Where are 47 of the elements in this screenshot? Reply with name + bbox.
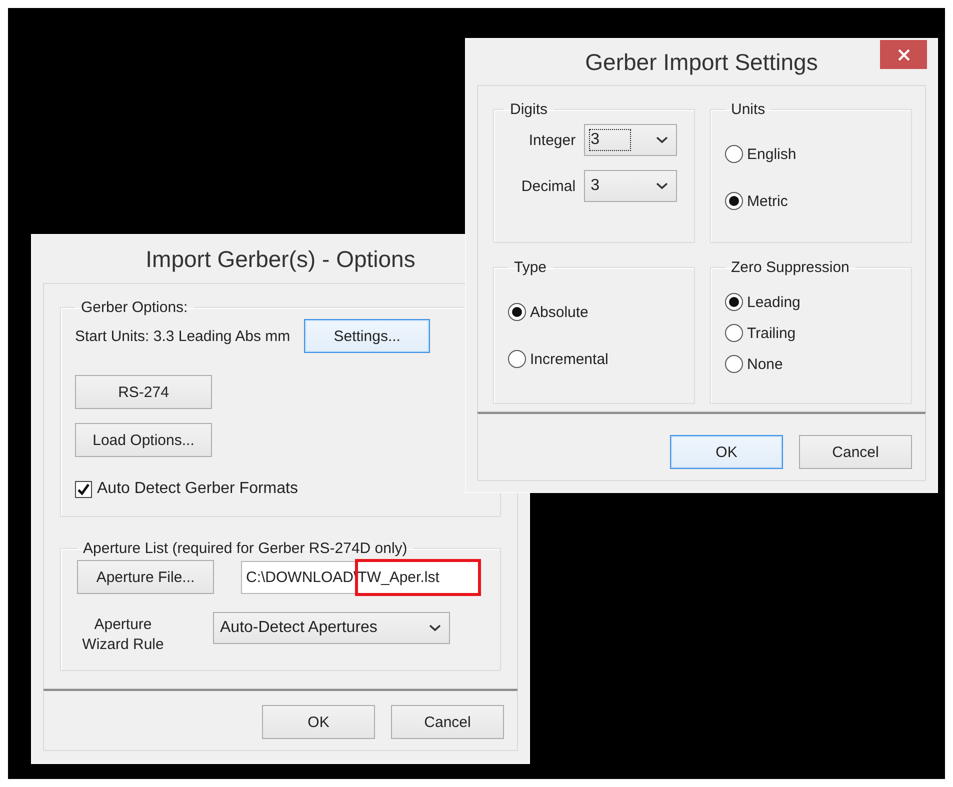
cancel-button[interactable]: Cancel xyxy=(799,435,912,469)
load-options-button[interactable]: Load Options... xyxy=(75,423,212,457)
group-label: Digits xyxy=(510,101,548,118)
radio-button[interactable] xyxy=(725,192,743,210)
dropdown-value: 3 xyxy=(590,177,600,195)
ok-button[interactable]: OK xyxy=(670,435,783,469)
chevron-down-icon xyxy=(429,624,441,632)
radio-label[interactable]: Trailing xyxy=(747,324,796,342)
window-title: Gerber Import Settings xyxy=(585,48,818,76)
format-button[interactable]: RS-274 xyxy=(75,375,212,409)
cancel-button[interactable]: Cancel xyxy=(391,705,504,739)
radio-label[interactable]: English xyxy=(747,146,796,162)
settings-button[interactable]: Settings... xyxy=(304,319,430,353)
field-label: Decimal xyxy=(521,178,576,194)
start-units-text: Start Units: 3.3 Leading Abs mm xyxy=(75,328,290,344)
radio-button[interactable] xyxy=(508,303,526,321)
radio-label[interactable]: None xyxy=(747,356,783,372)
checkbox[interactable] xyxy=(75,480,92,498)
radio-label[interactable]: Leading xyxy=(747,294,800,310)
close-icon xyxy=(898,48,910,60)
dropdown-value: 3 xyxy=(590,130,630,150)
dropdown[interactable]: 3 xyxy=(584,170,677,202)
radio-label[interactable]: Metric xyxy=(747,192,788,210)
dropdown-value: Auto-Detect Apertures xyxy=(219,619,378,637)
radio-button[interactable] xyxy=(508,350,526,368)
radio-label[interactable]: Absolute xyxy=(530,304,588,320)
radio-button[interactable] xyxy=(725,355,743,373)
dropdown[interactable]: Auto-Detect Apertures xyxy=(213,612,450,644)
chevron-down-icon xyxy=(656,136,668,144)
aperture-file-button[interactable]: Aperture File... xyxy=(77,560,214,594)
dropdown[interactable]: 3 xyxy=(584,124,677,156)
radio-label[interactable]: Incremental xyxy=(530,350,608,368)
radio-button[interactable] xyxy=(725,145,743,163)
ok-button[interactable]: OK xyxy=(262,705,375,739)
field-label: Integer xyxy=(528,132,576,148)
radio-button[interactable] xyxy=(725,324,743,342)
group-label: Gerber Options: xyxy=(81,299,188,316)
group-label: Type xyxy=(514,259,547,276)
group-label: Units xyxy=(731,101,766,118)
window-title: Import Gerber(s) - Options xyxy=(146,246,416,272)
group-label: Zero Suppression xyxy=(731,259,850,276)
chevron-down-icon xyxy=(656,182,668,190)
close-button[interactable] xyxy=(880,40,927,69)
radio-button[interactable] xyxy=(725,293,743,311)
checkbox-label[interactable]: Auto Detect Gerber Formats xyxy=(97,480,298,498)
wizard-rule-label: Aperture Wizard Rule xyxy=(82,616,164,653)
group-label: Aperture List (required for Gerber RS-274D only) xyxy=(83,540,408,557)
